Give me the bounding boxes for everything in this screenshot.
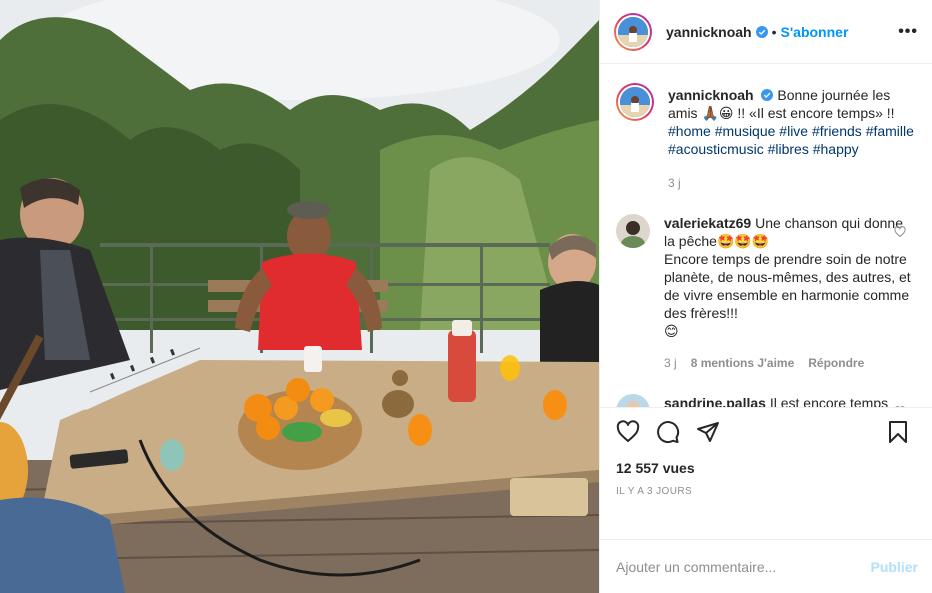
hashtag-link[interactable]: #famille [866,123,914,139]
comment-item: sandrine.pallas Il est encore temps ....… [616,394,916,407]
video-player[interactable] [0,0,599,593]
author-avatar-image [616,14,650,49]
comment-likes[interactable]: 8 mentions J'aime [691,354,795,372]
verified-icon [755,25,768,38]
author-username[interactable]: yannicknoah [666,24,752,40]
comment-username[interactable]: valeriekatz69 [664,215,751,231]
add-comment-bar: Publier [600,539,932,593]
share-icon[interactable] [696,420,720,444]
comment-emoji: 🤩🤩🤩 [716,233,770,249]
video-frame [0,0,599,593]
separator-dot: • [771,23,777,40]
hashtag-link[interactable]: #happy [813,141,859,157]
commenter-avatar[interactable] [616,394,650,407]
follow-button[interactable]: S'abonner [781,24,849,40]
heart-icon[interactable] [616,420,640,444]
post-side-panel: yannicknoah • S'abonner ••• yannicknoah [599,0,932,593]
hashtag-link[interactable]: #home [668,123,711,139]
author-avatar[interactable] [614,12,652,51]
caption-age[interactable]: 3 j [668,174,681,192]
comments-list[interactable]: yannicknoah Bonne journée les amis 🙏🏾😀 !… [600,64,932,407]
caption-emoji: 🙏🏾😀 [701,105,734,121]
comment-icon[interactable] [656,420,680,444]
comment-text: Encore temps de prendre soin de notre pl… [664,251,911,321]
comment-heart-icon[interactable] [894,226,906,238]
comment-input[interactable] [616,558,871,575]
comment-body: valeriekatz69 Une chanson qui donne la p… [664,214,916,372]
hashtag-link[interactable]: #live [779,123,808,139]
caption-username[interactable]: yannicknoah [668,87,754,103]
post-actions: 12 557 vues IL Y A 3 JOURS [600,407,932,539]
comment-emoji: 😊 [664,323,679,339]
reply-button[interactable]: Répondre [808,354,864,372]
hashtag-link[interactable]: #friends [812,123,862,139]
verified-icon [761,89,774,101]
publish-button[interactable]: Publier [871,559,918,575]
caption-text-2: !! «Il est encore temps» !! [733,105,895,121]
views-count[interactable]: 12 557 vues [616,460,916,476]
hashtag-link[interactable]: #musique [715,123,776,139]
caption-avatar-image [618,85,652,119]
comment-age[interactable]: 3 j [664,354,677,372]
post-view: yannicknoah • S'abonner ••• yannicknoah [0,0,932,593]
post-date[interactable]: IL Y A 3 JOURS [616,486,916,497]
save-icon[interactable] [886,420,910,444]
comment-heart-icon[interactable] [894,406,906,407]
hashtag-link[interactable]: #acousticmusic [668,141,764,157]
caption-body: yannicknoah Bonne journée les amis 🙏🏾😀 !… [668,86,916,192]
post-header: yannicknoah • S'abonner ••• [600,0,932,64]
caption-avatar[interactable] [616,83,654,121]
comment-body: sandrine.pallas Il est encore temps ....… [664,394,916,407]
commenter-avatar[interactable] [616,214,650,248]
more-icon[interactable]: ••• [898,23,918,41]
hashtag-link[interactable]: #libres [768,141,809,157]
comment-item: valeriekatz69 Une chanson qui donne la p… [616,214,916,372]
caption: yannicknoah Bonne journée les amis 🙏🏾😀 !… [616,83,916,192]
comment-username[interactable]: sandrine.pallas [664,395,766,407]
action-icon-row [616,418,916,446]
